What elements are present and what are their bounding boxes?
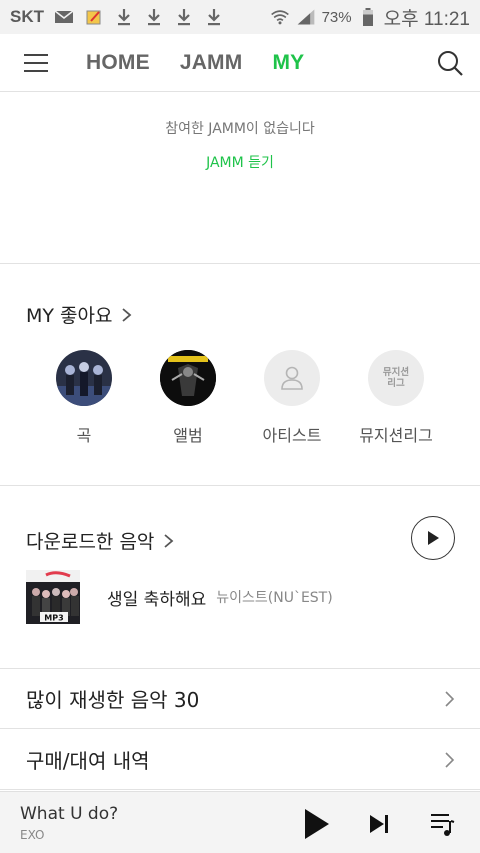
menu-button[interactable] bbox=[0, 34, 72, 92]
jamm-empty-section: 참여한 JAMM이 없습니다 JAMM 듣기 bbox=[0, 92, 480, 264]
play-all-button[interactable] bbox=[411, 516, 455, 560]
chevron-right-icon bbox=[164, 533, 174, 548]
album-cover-thumb bbox=[160, 350, 216, 406]
likes-artists[interactable]: 아티스트 bbox=[240, 350, 344, 446]
tab-home[interactable]: HOME bbox=[86, 51, 150, 75]
downloads-title: 다운로드한 음악 bbox=[26, 531, 155, 553]
playlist-icon bbox=[431, 814, 455, 836]
likes-albums[interactable]: 앨범 bbox=[136, 350, 240, 446]
tab-jamm[interactable]: JAMM bbox=[180, 51, 243, 75]
download-icon bbox=[174, 8, 194, 26]
downloads-section: 다운로드한 음악 MP3 생일 축하해요 뉴이스트(NU`EST) bbox=[0, 487, 480, 669]
now-playing-artist: EXO bbox=[20, 828, 45, 842]
play-icon bbox=[305, 809, 329, 839]
purchase-history-label: 구매/대여 내역 bbox=[26, 749, 150, 773]
likes-musician-league-label: 뮤지션리그 bbox=[359, 426, 433, 445]
likes-artists-label: 아티스트 bbox=[262, 426, 322, 445]
tab-my[interactable]: MY bbox=[272, 51, 304, 75]
downloads-header[interactable]: 다운로드한 음악 bbox=[26, 527, 176, 554]
jamm-empty-message: 참여한 JAMM이 없습니다 bbox=[165, 121, 315, 137]
clock: 오후 11:21 bbox=[383, 8, 470, 30]
player-play-button[interactable] bbox=[296, 804, 336, 844]
mp3-badge: MP3 bbox=[44, 614, 63, 623]
track-artist: 뉴이스트(NU`EST) bbox=[216, 590, 333, 606]
playlist-button[interactable] bbox=[422, 804, 462, 844]
main-tabs: HOME JAMM MY bbox=[86, 51, 304, 75]
song-cover-thumb bbox=[56, 350, 112, 406]
battery-percent: 73% bbox=[321, 8, 352, 26]
track-title: 생일 축하해요 bbox=[107, 589, 207, 610]
my-likes-section: MY 좋아요 곡 앨범 아티스트 뮤지션 리그 뮤지션리그 bbox=[0, 264, 480, 486]
purchase-history-row[interactable]: 구매/대여 내역 bbox=[0, 730, 480, 790]
person-icon bbox=[281, 366, 303, 390]
jamm-listen-link[interactable]: JAMM 듣기 bbox=[206, 152, 274, 172]
top-nav: HOME JAMM MY bbox=[0, 34, 480, 92]
chevron-right-icon bbox=[122, 307, 132, 322]
likes-songs[interactable]: 곡 bbox=[32, 350, 136, 446]
download-track-row[interactable]: MP3 생일 축하해요 뉴이스트(NU`EST) bbox=[26, 570, 466, 624]
download-icon bbox=[204, 8, 224, 26]
download-icon bbox=[144, 8, 164, 26]
my-likes-title: MY 좋아요 bbox=[26, 305, 113, 327]
top-played-30-row[interactable]: 많이 재생한 음악 30 bbox=[0, 669, 480, 729]
search-button[interactable] bbox=[420, 34, 480, 92]
musician-league-placeholder: 뮤지션 리그 bbox=[368, 350, 424, 406]
artist-placeholder bbox=[264, 350, 320, 406]
carrier-label: SKT bbox=[10, 7, 44, 26]
mini-player[interactable]: What U do? EXO bbox=[0, 791, 480, 853]
chevron-right-icon bbox=[445, 752, 455, 768]
likes-albums-label: 앨범 bbox=[173, 426, 203, 445]
play-icon bbox=[428, 531, 439, 545]
hamburger-icon bbox=[24, 53, 48, 72]
chevron-right-icon bbox=[445, 691, 455, 707]
my-likes-header[interactable]: MY 좋아요 bbox=[26, 301, 134, 328]
top-played-30-label: 많이 재생한 음악 30 bbox=[26, 688, 200, 712]
wifi-icon bbox=[270, 8, 290, 26]
search-icon bbox=[438, 50, 463, 76]
signal-icon bbox=[296, 8, 316, 26]
note-icon bbox=[84, 8, 104, 26]
battery-icon bbox=[358, 8, 378, 26]
skip-next-icon bbox=[370, 815, 388, 833]
likes-musician-league[interactable]: 뮤지션 리그 뮤지션리그 bbox=[344, 350, 448, 446]
mail-icon bbox=[54, 8, 74, 26]
player-next-button[interactable] bbox=[359, 804, 399, 844]
musician-league-placeholder-text: 뮤지션 리그 bbox=[382, 367, 410, 389]
status-bar: SKT 73% 오후 11:21 bbox=[0, 0, 480, 34]
now-playing-title: What U do? bbox=[20, 804, 119, 824]
download-icon bbox=[114, 8, 134, 26]
track-thumbnail: MP3 bbox=[26, 570, 80, 624]
likes-songs-label: 곡 bbox=[76, 426, 92, 445]
